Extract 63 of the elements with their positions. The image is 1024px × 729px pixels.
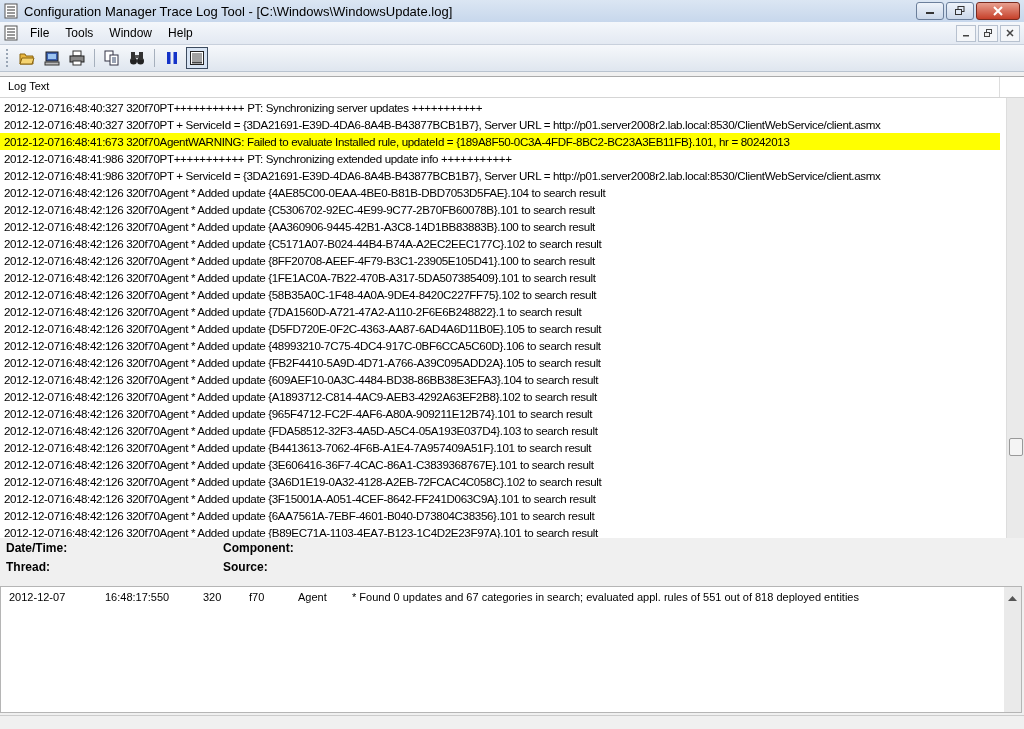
scrollbar[interactable] xyxy=(1006,98,1024,538)
field-label: Date/Time: xyxy=(6,541,69,557)
close-icon xyxy=(993,6,1003,16)
table-cell-text: f70 xyxy=(249,591,266,603)
computer-icon xyxy=(44,50,60,66)
document-list-icon xyxy=(4,3,18,19)
scrollbar[interactable] xyxy=(1004,587,1021,712)
log-line[interactable]: 2012-12-0716:48:42:126 320f70Agent * Added update {3E606416-36F7-4CAC-86A1-C3839368767E}.101 to search result xyxy=(0,456,1000,473)
log-line[interactable]: 2012-12-0716:48:42:126 320f70Agent * Added update {3A6D1E19-0A32-4128-A2EB-72FCAC4C058C}.102 to search result xyxy=(0,473,1000,490)
binoculars-icon xyxy=(129,50,145,66)
printer-icon xyxy=(69,50,85,66)
log-line[interactable]: 2012-12-0716:48:42:126 320f70Agent * Added update {4AE85C00-0EAA-4BE0-B81B-DBD7053D5FAE}.104 to search result xyxy=(0,184,1000,201)
log-line[interactable]: 2012-12-0716:48:42:126 320f70Agent * Added update {D5FD720E-0F2C-4363-AA87-6AD4A6D11B0E}.105 to search result xyxy=(0,320,1000,337)
log-line[interactable]: 2012-12-0716:48:42:126 320f70Agent * Added update {6AA7561A-7EBF-4601-B040-D73804C38356}.101 to search result xyxy=(0,507,1000,524)
table-cell-text: Agent xyxy=(298,591,328,603)
folder-icon xyxy=(19,50,35,66)
document-list-icon xyxy=(4,25,18,41)
log-line[interactable]: 2012-12-0716:48:42:126 320f70Agent * Added update {1FE1AC0A-7B22-470B-A317-5DA507385409}.101 to search result xyxy=(0,269,1000,286)
details-pane-icon xyxy=(189,50,205,66)
field-label: Thread: xyxy=(6,560,51,576)
restore-button[interactable] xyxy=(946,2,974,20)
menu-item[interactable]: Help xyxy=(160,24,201,42)
log-line[interactable]: 2012-12-0716:48:41:986 320f70PT + ServiceId = {3DA21691-E39D-4DA6-8A4B-B43877BCB1B7}, Server URL = http://p01.server2008r2.lab.local:8530/ClientWebService/client.asmx xyxy=(0,167,1000,184)
close-icon xyxy=(1006,29,1014,37)
log-line[interactable]: 2012-12-0716:48:42:126 320f70Agent * Added update {C5171A07-B024-44B4-B74A-A2EC2EEC177C}.102 to search result xyxy=(0,235,1000,252)
log-line[interactable]: 2012-12-0716:48:42:126 320f70Agent * Added update {609AEF10-0A3C-4484-BD38-86BB38E3EFA3}.104 to search result xyxy=(0,371,1000,388)
log-line[interactable]: 2012-12-0716:48:42:126 320f70Agent * Added update {58B35A0C-1F48-4A0A-9DE4-8420C227FF75}.102 to search result xyxy=(0,286,1000,303)
minimize-button[interactable] xyxy=(916,2,944,20)
restore-icon xyxy=(955,6,965,16)
menu-item[interactable]: Tools xyxy=(57,24,102,42)
printer-button[interactable] xyxy=(66,47,88,69)
log-line[interactable]: 2012-12-0716:48:40:327 320f70PT + ServiceId = {3DA21691-E39D-4DA6-8A4B-B43877BCB1B7}, Server URL = http://p01.server2008r2.lab.local:8530/ClientWebService/client.asmx xyxy=(0,116,1000,133)
log-line[interactable]: 2012-12-0716:48:41:986 320f70PT+++++++++++ PT: Synchronizing extended update info +++++++++++ xyxy=(0,150,1000,167)
log-line[interactable]: 2012-12-0716:48:40:327 320f70PT+++++++++++ PT: Synchronizing server updates +++++++++++ xyxy=(0,99,1000,116)
close-button[interactable] xyxy=(976,2,1020,20)
details-pane-button[interactable] xyxy=(186,47,208,69)
restore-button[interactable] xyxy=(978,24,998,42)
log-line[interactable]: 2012-12-0716:48:42:126 320f70Agent * Added update {B4413613-7062-4F6B-A1E4-7A957409A51F}.101 to search result xyxy=(0,439,1000,456)
log-line[interactable]: 2012-12-0716:48:42:126 320f70Agent * Added update {FB2F4410-5A9D-4D71-A766-A39C095ADD2A}.105 to search result xyxy=(0,354,1000,371)
window-title: Configuration Manager Trace Log Tool - [C:\Windows\WindowsUpdate.log] xyxy=(24,3,454,19)
log-line[interactable]: 2012-12-0716:48:42:126 320f70Agent * Added update {C5306702-92EC-4E99-9C77-2B70FB60078B}.101 to search result xyxy=(0,201,1000,218)
log-line[interactable]: 2012-12-0716:48:42:126 320f70Agent * Added update {AA360906-9445-42B1-A3C8-14D1BB83883B}.100 to search result xyxy=(0,218,1000,235)
log-line[interactable]: 2012-12-0716:48:42:126 320f70Agent * Added update {FDA58512-32F3-4A5D-A5C4-05A193E037D4}.103 to search result xyxy=(0,422,1000,439)
log-line[interactable]: 2012-12-0716:48:42:126 320f70Agent * Added update {965F4712-FC2F-4AF6-A80A-909211E12B74}.101 to search result xyxy=(0,405,1000,422)
up-arrow-icon[interactable] xyxy=(1008,595,1017,601)
log-line[interactable]: 2012-12-0716:48:42:126 320f70Agent * Added update {A1893712-C814-4AC9-AEB3-4292A63EF2B8}.102 to search result xyxy=(0,388,1000,405)
table-cell: * Found 0 updates and 67 categories in search; evaluated appl. rules of 551 out of 818 deployed entities xyxy=(352,591,859,603)
table-cell-text: 16:48:17:550 xyxy=(105,591,171,603)
copy-icon xyxy=(104,50,120,66)
log-line[interactable]: 2012-12-0716:48:42:126 320f70Agent * Added update {3F15001A-A051-4CEF-8642-FF241D063C9A}.101 to search result xyxy=(0,490,1000,507)
scroll-thumb[interactable] xyxy=(1009,438,1023,456)
field-label: Component: xyxy=(223,541,295,557)
log-line[interactable]: 2012-12-0716:48:42:126 320f70Agent * Added update {8FF20708-AEEF-4F79-B3C1-23905E105D41}.100 to search result xyxy=(0,252,1000,269)
menu-item[interactable]: File xyxy=(22,24,58,42)
restore-icon xyxy=(984,29,992,37)
menu-item[interactable]: Window xyxy=(101,24,161,42)
log-line[interactable]: 2012-12-0716:48:42:126 320f70Agent * Added update {7DA1560D-A721-47A2-A110-2F6E6B248822}.1 to search result xyxy=(0,303,1000,320)
close-button[interactable] xyxy=(1000,24,1020,42)
log-line[interactable]: 2012-12-0716:48:42:126 320f70Agent * Added update {48993210-7C75-4DC4-917C-0BF6CCA5C60D}.106 to search result xyxy=(0,337,1000,354)
table-cell-text: 2012-12-07 xyxy=(9,591,67,603)
field-label: Source: xyxy=(223,560,269,576)
table-cell-text: 320 xyxy=(203,591,223,603)
pause-icon xyxy=(164,50,180,66)
